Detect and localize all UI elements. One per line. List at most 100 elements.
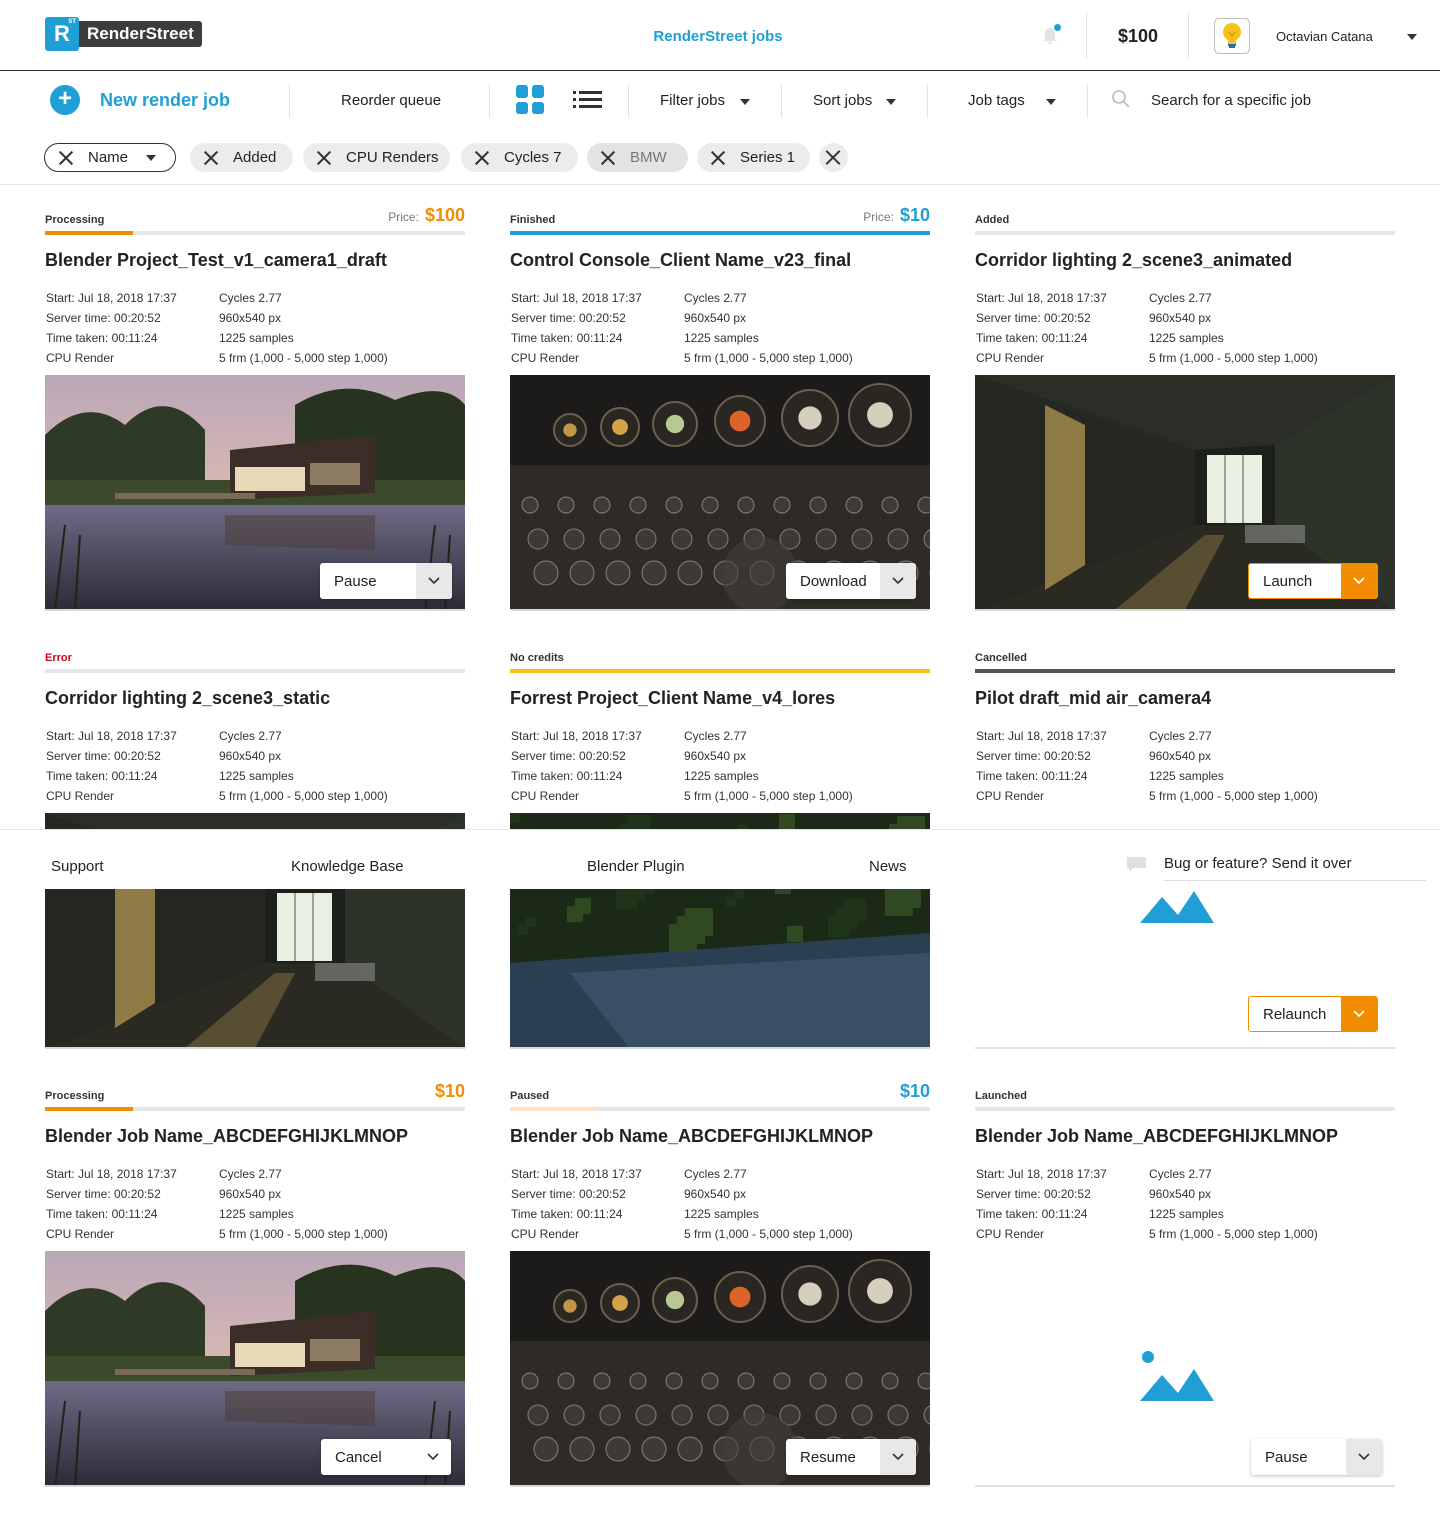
action-menu-toggle[interactable] bbox=[1346, 1439, 1382, 1475]
job-action-button[interactable]: Cancel bbox=[321, 1439, 451, 1475]
sort-jobs-dropdown[interactable]: Sort jobs bbox=[813, 92, 872, 109]
job-action-button[interactable]: Pause bbox=[320, 563, 452, 599]
chip-added[interactable]: Added bbox=[190, 143, 293, 172]
job-title[interactable]: Blender Job Name_ABCDEFGHIJKLMNOP bbox=[510, 1126, 873, 1147]
job-action-button[interactable]: Relaunch bbox=[1248, 996, 1378, 1032]
action-menu-toggle[interactable] bbox=[1341, 564, 1377, 598]
close-icon[interactable] bbox=[58, 150, 74, 166]
job-card[interactable]: Paused $10 Blender Job Name_ABCDEFGHIJKLMN… bbox=[510, 1081, 930, 1490]
progress-fill bbox=[45, 231, 134, 235]
chat-icon bbox=[1127, 857, 1146, 872]
job-tags-dropdown[interactable]: Job tags bbox=[968, 92, 1025, 109]
blender-plugin-link[interactable]: Blender Plugin bbox=[587, 858, 685, 875]
progress-fill bbox=[510, 669, 930, 673]
grid-view-icon[interactable] bbox=[516, 85, 545, 114]
job-title[interactable]: Blender Job Name_ABCDEFGHIJKLMNOP bbox=[45, 1126, 408, 1147]
job-title[interactable]: Corridor lighting 2_scene3_animated bbox=[975, 250, 1292, 271]
avatar[interactable] bbox=[1214, 18, 1250, 54]
action-menu-toggle[interactable] bbox=[415, 1439, 451, 1475]
close-icon[interactable] bbox=[600, 150, 616, 166]
job-meta-left: Start: Jul 18, 2018 17:37 Server time: 00… bbox=[511, 726, 642, 806]
chip-bmw[interactable]: BMW bbox=[587, 143, 688, 172]
job-title[interactable]: Control Console_Client Name_v23_final bbox=[510, 250, 851, 271]
chevron-down-icon[interactable] bbox=[428, 577, 440, 585]
action-menu-toggle[interactable] bbox=[416, 563, 452, 599]
chevron-down-icon[interactable] bbox=[427, 1453, 439, 1461]
job-title[interactable]: Blender Job Name_ABCDEFGHIJKLMNOP bbox=[975, 1126, 1338, 1147]
chevron-down-icon[interactable] bbox=[1046, 99, 1056, 105]
chevron-down-icon[interactable] bbox=[892, 1453, 904, 1461]
news-link[interactable]: News bbox=[869, 858, 907, 875]
job-meta-right: Cycles 2.77 960x540 px 1225 samples 5 frm (… bbox=[219, 1164, 388, 1244]
search-input[interactable]: Search for a specific job bbox=[1151, 92, 1311, 109]
action-label[interactable]: Pause bbox=[320, 563, 416, 599]
support-link[interactable]: Support bbox=[51, 858, 104, 875]
close-icon[interactable] bbox=[203, 150, 219, 166]
user-name[interactable]: Octavian Catana bbox=[1276, 29, 1373, 44]
action-label[interactable]: Launch bbox=[1249, 564, 1341, 598]
action-menu-toggle[interactable] bbox=[1341, 997, 1377, 1031]
action-menu-toggle[interactable] bbox=[880, 563, 916, 599]
resolution: 960x540 px bbox=[219, 749, 282, 763]
chevron-down-icon[interactable] bbox=[740, 99, 750, 105]
chevron-down-icon[interactable] bbox=[892, 577, 904, 585]
status-label: Cancelled bbox=[975, 652, 1027, 664]
job-card[interactable]: Added Corridor lighting 2_scene3_animated… bbox=[975, 214, 1395, 614]
server-time: 00:20:52 bbox=[114, 1187, 161, 1201]
job-action-button[interactable]: Resume bbox=[786, 1439, 916, 1475]
close-icon[interactable] bbox=[316, 150, 332, 166]
feedback-input[interactable]: Bug or feature? Send it over bbox=[1164, 855, 1352, 872]
action-label[interactable]: Resume bbox=[786, 1439, 880, 1475]
job-action-button[interactable]: Launch bbox=[1248, 563, 1378, 599]
start-time: Jul 18, 2018 17:37 bbox=[1008, 291, 1107, 305]
clear-filters-button[interactable] bbox=[819, 143, 848, 172]
job-card[interactable]: Finished Price: $10 Control Console_Client … bbox=[510, 205, 930, 614]
job-card[interactable]: Processing Price: $100 Blender Project_Test… bbox=[45, 205, 465, 614]
start-time: Jul 18, 2018 17:37 bbox=[1008, 1167, 1107, 1181]
chip-cycles[interactable]: Cycles 7 bbox=[461, 143, 578, 172]
chevron-down-icon[interactable] bbox=[1407, 34, 1417, 40]
list-view-icon[interactable] bbox=[573, 91, 602, 109]
frames: 5 frm (1,000 - 5,000 step 1,000) bbox=[684, 1227, 853, 1241]
chevron-down-icon[interactable] bbox=[1353, 577, 1365, 585]
render-type: CPU Render bbox=[976, 351, 1045, 365]
time-taken: 00:11:24 bbox=[576, 1207, 623, 1221]
credit-balance[interactable]: $100 bbox=[1100, 26, 1176, 47]
job-title[interactable]: Forrest Project_Client Name_v4_lores bbox=[510, 688, 835, 709]
job-card[interactable]: Processing $10 Blender Job Name_ABCDEFGHIJ… bbox=[45, 1081, 465, 1490]
chip-name[interactable]: Name bbox=[44, 143, 176, 172]
job-title[interactable]: Blender Project_Test_v1_camera1_draft bbox=[45, 250, 387, 271]
resolution: 960x540 px bbox=[684, 749, 747, 763]
close-icon[interactable] bbox=[710, 150, 726, 166]
resolution: 960x540 px bbox=[1149, 311, 1212, 325]
job-title[interactable]: Pilot draft_mid air_camera4 bbox=[975, 688, 1211, 709]
action-label[interactable]: Cancel bbox=[321, 1439, 415, 1475]
chip-series[interactable]: Series 1 bbox=[697, 143, 810, 172]
chevron-down-icon[interactable] bbox=[1358, 1453, 1370, 1461]
job-action-button[interactable]: Download bbox=[786, 563, 916, 599]
job-card[interactable]: Launched Blender Job Name_ABCDEFGHIJKLMNO… bbox=[975, 1090, 1395, 1490]
price-label: Price: bbox=[388, 210, 419, 224]
samples: 1225 samples bbox=[1149, 769, 1224, 783]
new-render-job-button[interactable]: New render job bbox=[100, 90, 230, 111]
chip-cpu-renders[interactable]: CPU Renders bbox=[303, 143, 450, 172]
action-label[interactable]: Download bbox=[786, 563, 880, 599]
action-menu-toggle[interactable] bbox=[880, 1439, 916, 1475]
progress-bar bbox=[975, 231, 1395, 235]
chevron-down-icon[interactable] bbox=[1353, 1010, 1365, 1018]
action-label[interactable]: Pause bbox=[1251, 1439, 1346, 1475]
engine: Cycles 2.77 bbox=[1149, 291, 1212, 305]
chevron-down-icon[interactable] bbox=[146, 154, 157, 161]
action-label[interactable]: Relaunch bbox=[1249, 997, 1341, 1031]
server-time-label: Server time: bbox=[511, 1187, 576, 1201]
close-icon[interactable] bbox=[474, 150, 490, 166]
reorder-queue-button[interactable]: Reorder queue bbox=[341, 92, 441, 109]
plus-icon[interactable]: + bbox=[50, 85, 80, 115]
filter-jobs-dropdown[interactable]: Filter jobs bbox=[660, 92, 725, 109]
job-title[interactable]: Corridor lighting 2_scene3_static bbox=[45, 688, 330, 709]
knowledge-base-link[interactable]: Knowledge Base bbox=[291, 858, 404, 875]
footer: Support Knowledge Base Blender Plugin Ne… bbox=[0, 829, 1440, 889]
job-action-button[interactable]: Pause bbox=[1251, 1439, 1382, 1475]
chevron-down-icon[interactable] bbox=[886, 99, 896, 105]
time-taken: 00:11:24 bbox=[576, 331, 623, 345]
